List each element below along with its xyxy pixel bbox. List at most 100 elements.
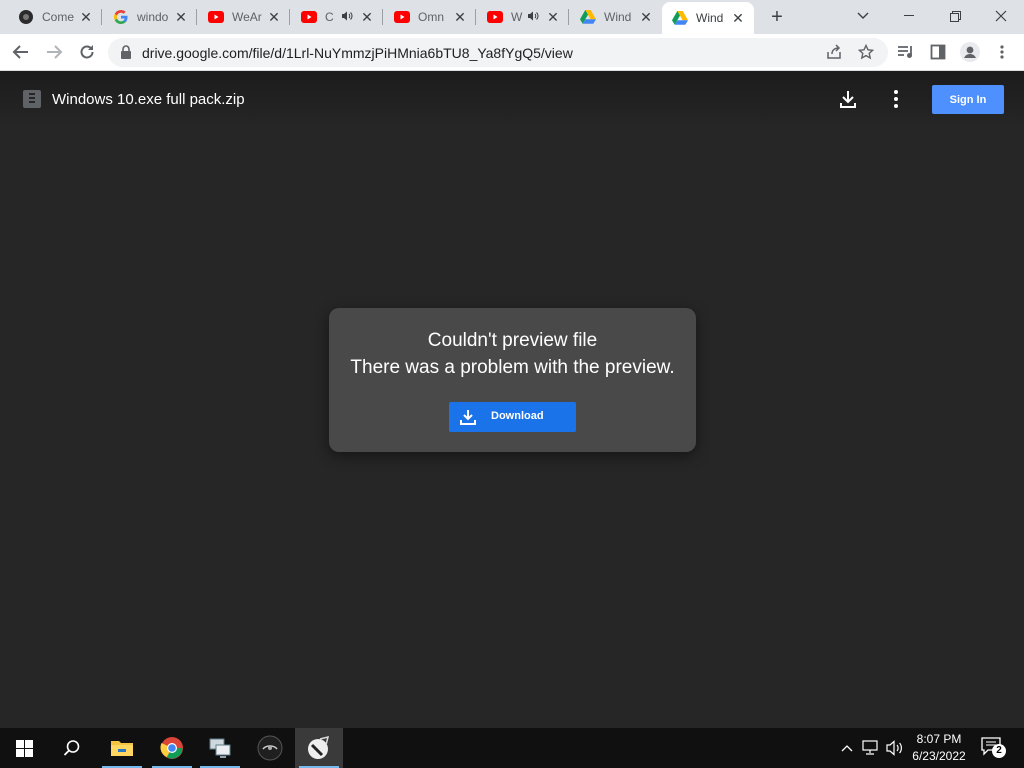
back-button[interactable] <box>9 40 33 64</box>
tab-active[interactable]: Wind ✕ <box>662 2 754 34</box>
tab[interactable]: WeAr ✕ <box>198 0 290 34</box>
tab-separator <box>101 9 102 25</box>
close-icon[interactable]: ✕ <box>359 9 375 25</box>
google-drive-icon <box>672 10 688 26</box>
tab[interactable]: windo ✕ <box>103 0 197 34</box>
url-text: drive.google.com/file/d/1Lrl-NuYmmzjPiHM… <box>142 45 573 61</box>
preview-error-card: Couldn't preview file There was a proble… <box>329 308 696 452</box>
tab-title: W <box>511 10 523 24</box>
active-app-taskbar-button[interactable] <box>295 728 343 768</box>
media-control-button[interactable] <box>894 40 918 64</box>
google-drive-icon <box>580 9 596 25</box>
tab-title: Omn <box>418 10 445 24</box>
close-icon[interactable]: ✕ <box>730 10 746 26</box>
search-button[interactable] <box>48 728 96 768</box>
youtube-icon <box>394 9 410 25</box>
drive-file-viewer: Windows 10.exe full pack.zip Sign In Cou… <box>0 71 1024 728</box>
dark-app-icon <box>257 735 283 761</box>
profile-button[interactable] <box>958 40 982 64</box>
tab[interactable]: Come ✕ <box>8 0 102 34</box>
header-download-button[interactable] <box>837 88 859 110</box>
new-tab-button[interactable]: + <box>766 7 788 29</box>
start-button[interactable] <box>0 728 48 768</box>
tab-title: C <box>325 10 334 24</box>
minimize-button[interactable] <box>886 0 932 32</box>
clock[interactable]: 8:07 PM 6/23/2022 <box>906 731 972 765</box>
windows-logo-icon <box>15 739 33 757</box>
folder-icon <box>111 741 133 756</box>
network-icon <box>862 740 878 755</box>
reload-icon <box>80 45 94 59</box>
avatar-icon <box>960 42 980 62</box>
side-panel-button[interactable] <box>926 40 950 64</box>
youtube-icon <box>208 9 224 25</box>
address-bar[interactable]: drive.google.com/file/d/1Lrl-NuYmmzjPiHM… <box>108 38 888 67</box>
tab-title: windo <box>137 10 169 24</box>
more-actions-button[interactable] <box>885 88 907 110</box>
chrome-icon <box>160 737 183 759</box>
tab-search-button[interactable] <box>840 0 886 32</box>
close-icon[interactable]: ✕ <box>173 9 189 25</box>
kebab-menu-icon <box>1000 45 1004 59</box>
tab[interactable]: Wind ✕ <box>570 0 662 34</box>
action-center-button[interactable]: 2 <box>980 736 1008 760</box>
show-hidden-icons-button[interactable] <box>836 728 858 768</box>
notification-badge: 2 <box>992 744 1006 758</box>
speaker-icon[interactable] <box>341 11 353 24</box>
youtube-icon <box>487 9 503 25</box>
close-window-button[interactable] <box>978 0 1024 32</box>
tab-separator <box>196 9 197 25</box>
computer-network-icon <box>209 738 231 758</box>
clock-date: 6/23/2022 <box>912 749 966 763</box>
media-queue-icon <box>898 46 912 58</box>
tab-title: Wind <box>604 10 632 24</box>
bookmark-star-icon[interactable] <box>854 40 878 64</box>
dark-circle-icon <box>18 9 34 25</box>
restore-button[interactable] <box>932 0 978 32</box>
forward-button[interactable] <box>42 40 66 64</box>
download-button-label: Download <box>491 410 544 422</box>
app-taskbar-button[interactable] <box>246 728 294 768</box>
download-button[interactable]: Download <box>449 402 576 432</box>
network-button[interactable] <box>859 728 883 768</box>
tab-separator <box>289 9 290 25</box>
search-icon <box>63 740 80 756</box>
tab[interactable]: W ✕ <box>477 0 569 34</box>
close-icon[interactable]: ✕ <box>452 9 468 25</box>
browser-toolbar: drive.google.com/file/d/1Lrl-NuYmmzjPiHM… <box>0 34 1024 71</box>
youtube-icon <box>301 9 317 25</box>
close-icon[interactable]: ✕ <box>78 9 94 25</box>
clock-time: 8:07 PM <box>916 732 962 746</box>
tab-separator <box>382 9 383 25</box>
tab[interactable]: Omn ✕ <box>384 0 476 34</box>
close-icon[interactable]: ✕ <box>638 9 654 25</box>
archive-file-icon <box>23 90 41 108</box>
file-explorer-button[interactable] <box>98 728 146 768</box>
tab[interactable]: C ✕ <box>291 0 383 34</box>
download-icon <box>459 408 477 426</box>
viewer-header: Windows 10.exe full pack.zip Sign In <box>0 71 1024 129</box>
side-panel-icon <box>930 44 946 60</box>
tab-title: Wind <box>696 11 724 25</box>
media-app-icon <box>308 735 330 759</box>
back-arrow-icon <box>12 45 28 59</box>
sign-in-button[interactable]: Sign In <box>932 85 1004 114</box>
lock-icon[interactable] <box>118 44 134 60</box>
chevron-up-icon <box>841 745 853 752</box>
speaker-icon[interactable] <box>527 11 539 24</box>
close-icon[interactable]: ✕ <box>545 9 561 25</box>
more-vert-icon <box>894 90 898 108</box>
error-message: There was a problem with the preview. <box>350 357 675 378</box>
tab-title: WeAr <box>232 10 262 24</box>
volume-button[interactable] <box>883 728 907 768</box>
forward-arrow-icon <box>47 45 63 59</box>
share-icon[interactable] <box>822 40 846 64</box>
download-icon <box>840 91 856 108</box>
file-name: Windows 10.exe full pack.zip <box>52 91 245 108</box>
chrome-taskbar-button[interactable] <box>148 728 196 768</box>
close-icon[interactable]: ✕ <box>266 9 282 25</box>
chrome-menu-button[interactable] <box>990 40 1014 64</box>
remote-desktop-button[interactable] <box>196 728 244 768</box>
reload-button[interactable] <box>75 40 99 64</box>
tab-title: Come <box>42 10 75 24</box>
